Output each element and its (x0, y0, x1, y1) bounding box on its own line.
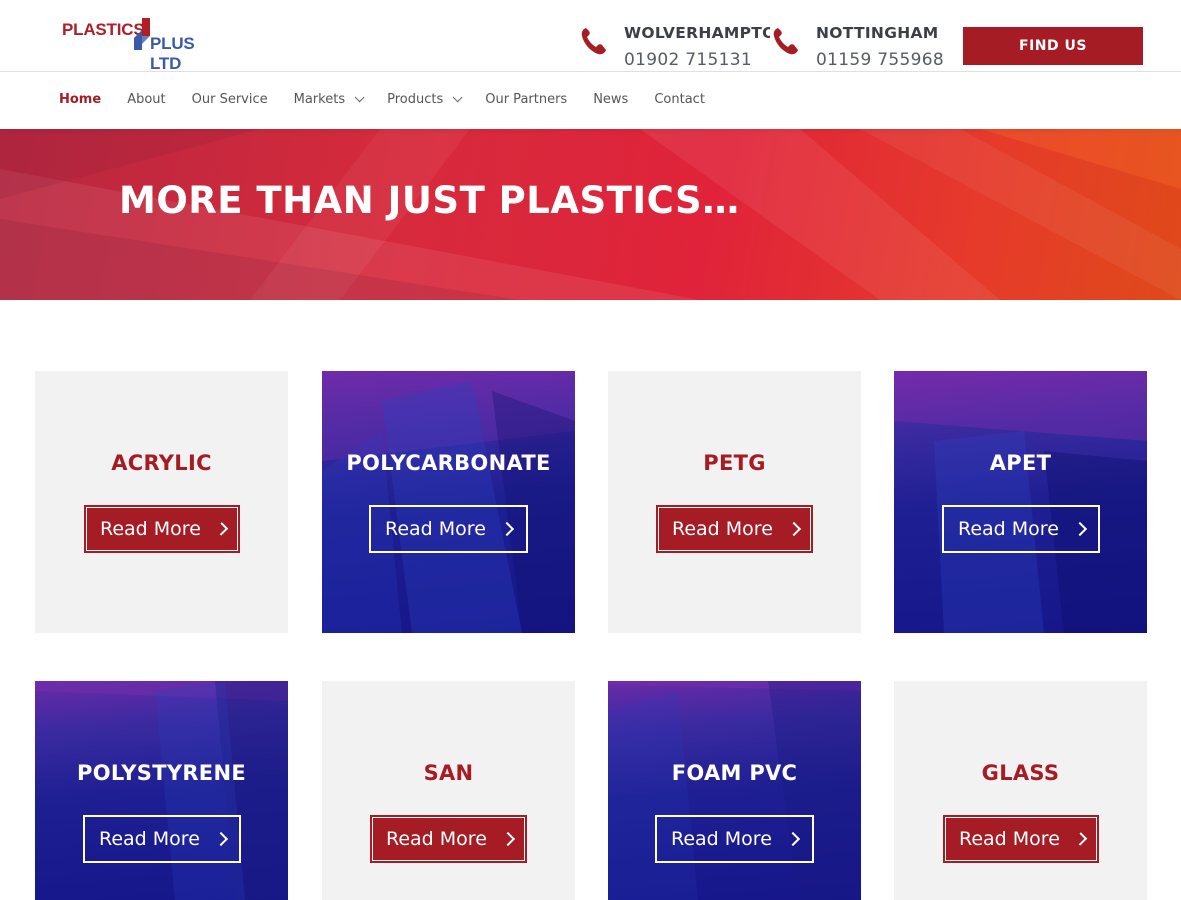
read-more-button[interactable]: Read More (655, 815, 814, 863)
hero-banner: MORE THAN JUST PLASTICS… (0, 129, 1181, 300)
chevron-down-icon (452, 92, 463, 103)
product-title: FOAM PVC (671, 761, 798, 785)
button-label: Read More (386, 828, 487, 850)
button-label: Read More (671, 828, 772, 850)
button-label: Read More (672, 518, 773, 540)
phone-icon (773, 28, 798, 55)
product-background-image (322, 371, 575, 633)
nav-item-contact[interactable]: Contact (654, 92, 705, 107)
read-more-button[interactable]: Read More (369, 505, 528, 553)
product-title: APET (989, 451, 1052, 475)
find-us-button[interactable]: FIND US (963, 27, 1143, 65)
hero-title: MORE THAN JUST PLASTICS… (119, 179, 740, 222)
read-more-button[interactable]: Read More (943, 815, 1099, 863)
nav-item-news[interactable]: News (593, 92, 628, 107)
nav-item-label: Our Service (191, 92, 268, 107)
nav-item-our-service[interactable]: Our Service (192, 92, 268, 107)
product-card-polystyrene: POLYSTYRENE Read More (35, 681, 288, 900)
plastics-plus-logo[interactable]: PLASTICS PLUS LTD (60, 14, 230, 73)
chevron-right-icon (499, 521, 514, 537)
product-title: POLYSTYRENE (77, 761, 246, 785)
main-nav: Home About Our Service Markets Products … (0, 72, 1181, 129)
read-more-button[interactable]: Read More (656, 505, 813, 553)
product-card-petg: PETG Read More (608, 371, 861, 633)
phone-number-link[interactable]: 01902 715131 (624, 50, 752, 70)
chevron-right-icon (500, 831, 515, 847)
nav-item-label: Markets (293, 92, 346, 107)
nav-item-home[interactable]: Home (59, 92, 101, 107)
logo-mark-icon (134, 18, 150, 50)
product-title: POLYCARBONATE (346, 451, 551, 475)
contact-wolverhampton: WOLVERHAMPTON 01902 715131 (580, 22, 770, 72)
product-background-image (894, 371, 1147, 633)
chevron-right-icon (213, 831, 228, 847)
logo-text-line2: PLUS LTD (150, 34, 195, 73)
phone-icon (581, 28, 606, 55)
site-header: PLASTICS PLUS LTD WOLVERHAMPTON 01902 71… (0, 0, 1181, 73)
product-card-foam-pvc: FOAM PVC Read More (608, 681, 861, 900)
nav-item-label: News (593, 92, 629, 107)
nav-item-label: Products (387, 92, 444, 107)
chevron-right-icon (786, 521, 801, 537)
product-background-image (608, 681, 861, 900)
product-card-polycarbonate: POLYCARBONATE Read More (322, 371, 575, 633)
read-more-button[interactable]: Read More (84, 505, 240, 553)
nav-item-our-partners[interactable]: Our Partners (485, 92, 567, 107)
nav-item-products[interactable]: Products (387, 92, 463, 107)
product-background-image (35, 681, 288, 900)
nav-item-markets[interactable]: Markets (293, 92, 365, 107)
product-card-acrylic: ACRYLIC Read More (35, 371, 288, 633)
nav-item-label: Home (59, 92, 102, 107)
read-more-button[interactable]: Read More (370, 815, 527, 863)
button-label: Read More (958, 518, 1059, 540)
read-more-button[interactable]: Read More (83, 815, 241, 863)
product-card-san: SAN Read More (322, 681, 575, 900)
product-title: SAN (423, 761, 474, 785)
nav-item-about[interactable]: About (127, 92, 165, 107)
contact-nottingham: NOTTINGHAM 01159 755968 (772, 22, 952, 72)
nav-item-label: Contact (654, 92, 705, 107)
product-title: GLASS (981, 761, 1060, 785)
product-card-apet: APET Read More (894, 371, 1147, 633)
nav-item-label: About (127, 92, 166, 107)
chevron-right-icon (785, 831, 800, 847)
chevron-right-icon (1073, 832, 1088, 846)
nav-item-label: Our Partners (485, 92, 568, 107)
product-title: PETG (703, 451, 766, 475)
button-label: Read More (385, 518, 486, 540)
button-label: Read More (100, 518, 201, 540)
product-card-glass: GLASS Read More (894, 681, 1147, 900)
chevron-right-icon (214, 522, 229, 536)
read-more-button[interactable]: Read More (942, 505, 1100, 553)
city-name: NOTTINGHAM (816, 24, 939, 42)
chevron-down-icon (354, 92, 365, 103)
phone-number-link[interactable]: 01159 755968 (816, 50, 944, 70)
product-title: ACRYLIC (111, 451, 212, 475)
button-label: Read More (99, 828, 200, 850)
city-name: WOLVERHAMPTON (624, 24, 770, 42)
button-label: Read More (959, 828, 1060, 850)
chevron-right-icon (1072, 521, 1087, 537)
